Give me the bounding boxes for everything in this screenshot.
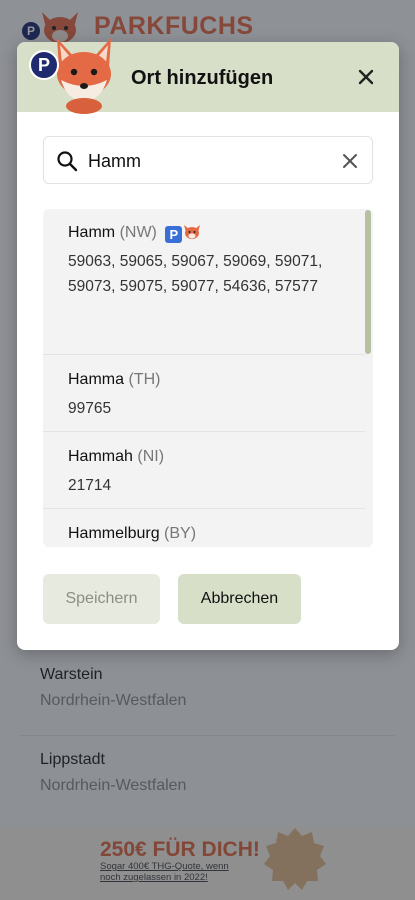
result-name: Hamma (68, 371, 125, 388)
list-item[interactable]: Hammah (NI) 21714 (43, 447, 365, 498)
result-name: Hamm (68, 224, 116, 241)
result-zips: 59063, 59065, 59067, 59069, 59071, 59073… (68, 249, 365, 299)
result-zips-line: 59073, 59075, 59077, 54636, 57577 (68, 278, 318, 295)
result-zips-line: 59063, 59065, 59067, 59069, 59071, (68, 253, 323, 270)
result-zips: 21714 (68, 477, 112, 494)
results-list[interactable]: Hamm (NW) P 59063, 59065, 59067, 59069, … (43, 209, 373, 547)
result-state: (NW) (119, 224, 157, 241)
result-name: Hammah (68, 448, 133, 465)
list-item[interactable]: Hammelburg (BY) 97762 (43, 524, 365, 547)
divider (43, 508, 365, 509)
search-input[interactable] (88, 147, 334, 175)
parking-badge-icon: P (165, 226, 183, 243)
result-state: (BY) (164, 525, 197, 542)
result-title: Hamm (NW) P (68, 223, 365, 243)
result-state: (TH) (128, 371, 161, 388)
clear-icon[interactable] (340, 151, 360, 171)
close-icon[interactable] (355, 66, 377, 88)
result-name: Hammelburg (68, 525, 160, 542)
fox-badge-icon (184, 225, 201, 239)
list-item[interactable]: Hamma (TH) 99765 (43, 370, 365, 421)
divider (43, 431, 365, 432)
dialog-title: Ort hinzufügen (131, 67, 274, 89)
parking-icon: P (29, 50, 59, 80)
fox-mascot-icon (57, 38, 111, 114)
add-location-dialog: Ort hinzufügen P Hamm Hamm (NW) P 59063,… (17, 38, 399, 650)
result-title: Hammelburg (BY) (68, 524, 365, 544)
result-zips: 99765 (68, 400, 112, 417)
result-state: (NI) (137, 448, 165, 465)
search-icon (57, 151, 78, 172)
save-button[interactable]: Speichern (43, 574, 160, 624)
cancel-button[interactable]: Abbrechen (178, 574, 301, 624)
list-item[interactable]: Hamm (NW) P 59063, 59065, 59067, 59069, … (43, 223, 365, 299)
search-field (43, 136, 373, 184)
result-title: Hamma (TH) (68, 370, 365, 390)
result-title: Hammah (NI) (68, 447, 365, 467)
divider (43, 354, 365, 355)
results-scrollbar[interactable] (365, 210, 371, 354)
